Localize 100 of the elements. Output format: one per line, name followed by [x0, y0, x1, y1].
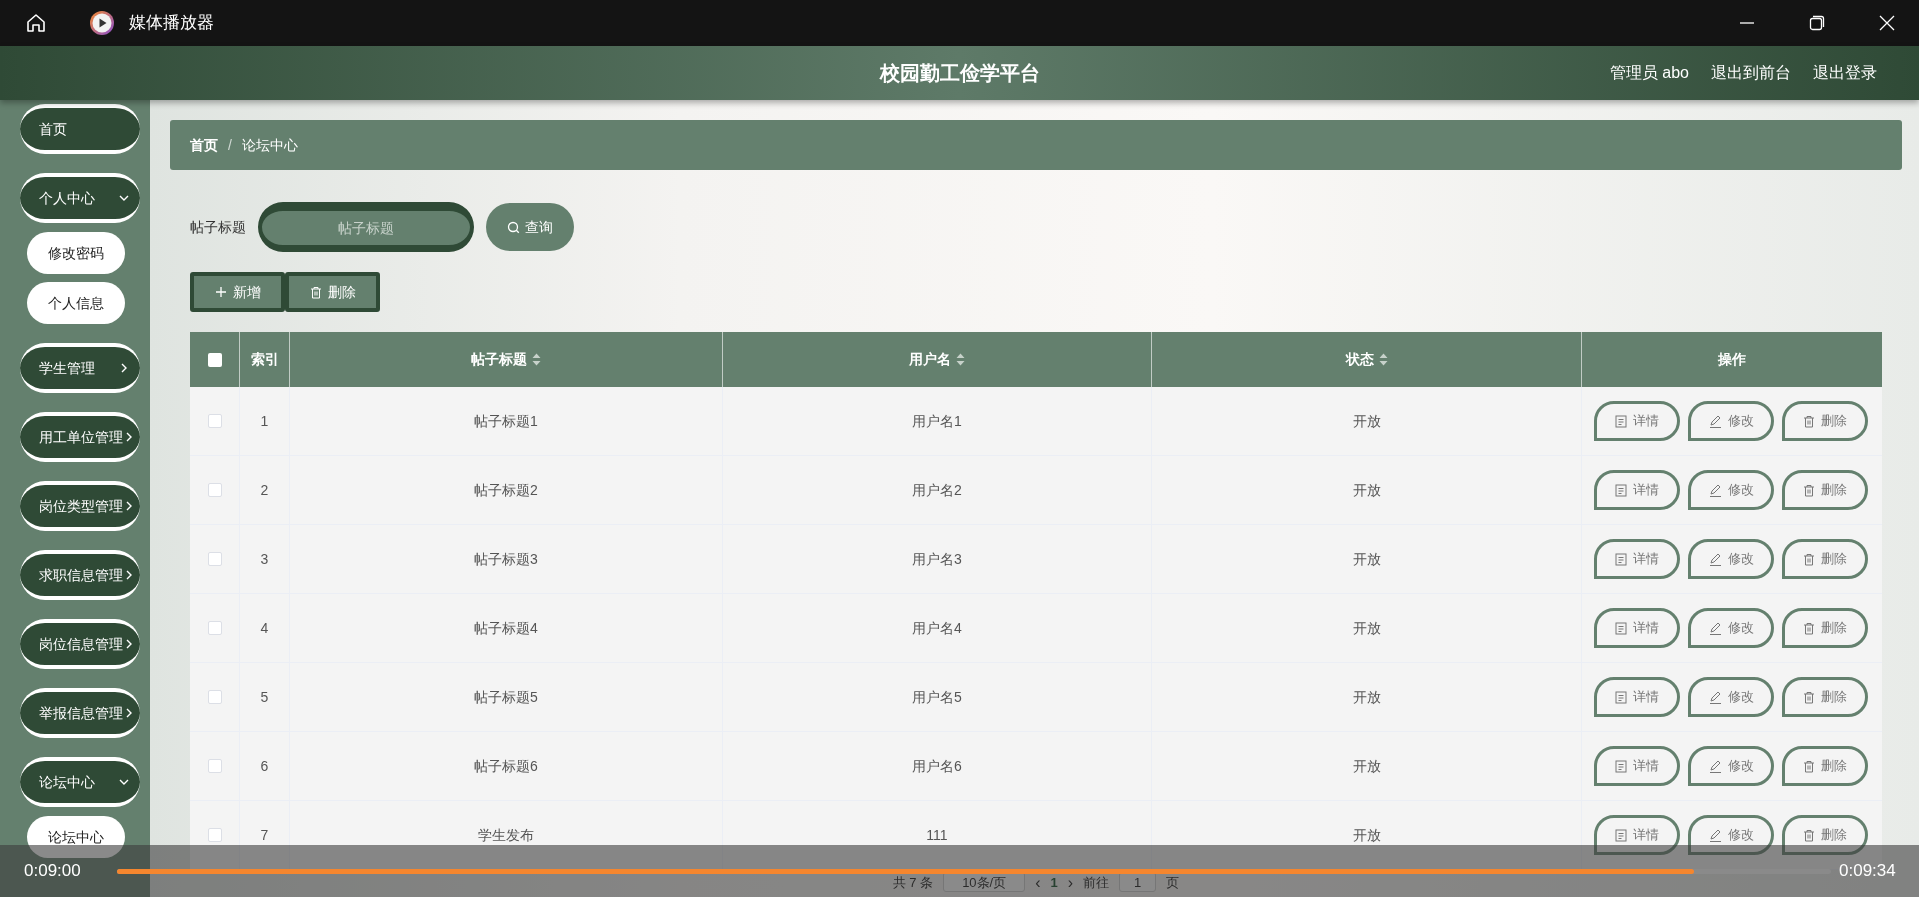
- detail-button[interactable]: 详情: [1594, 401, 1680, 441]
- detail-button[interactable]: 详情: [1594, 677, 1680, 717]
- column-header[interactable]: 用户名: [909, 349, 951, 370]
- document-icon: [1615, 483, 1627, 497]
- delete-button[interactable]: 删除: [1782, 470, 1868, 510]
- sidebar-subitem[interactable]: 个人信息: [27, 282, 125, 324]
- pagination-total: 共 7 条: [892, 873, 934, 892]
- edit-button[interactable]: 修改: [1688, 677, 1774, 717]
- delete-button[interactable]: 删除: [1782, 401, 1868, 441]
- sidebar-item[interactable]: 求职信息管理: [20, 550, 140, 600]
- search-button[interactable]: 查询: [486, 203, 574, 251]
- delete-button[interactable]: 删除: [285, 272, 380, 312]
- row-checkbox[interactable]: [207, 690, 222, 704]
- table-cell-text: 6: [260, 756, 269, 776]
- sidebar-item[interactable]: 首页: [20, 104, 140, 154]
- breadcrumb-link[interactable]: 论坛中心: [241, 134, 298, 156]
- page-suffix: 页: [1166, 873, 1180, 892]
- detail-button[interactable]: 详情: [1594, 470, 1680, 510]
- column-header[interactable]: 帖子标题: [471, 349, 527, 370]
- table-cell-text: 帖子标题5: [474, 687, 538, 707]
- table-cell-text: 开放: [1352, 480, 1381, 500]
- window-title: 媒体播放器: [129, 12, 214, 35]
- sidebar-subitem[interactable]: 论坛中心: [27, 816, 125, 858]
- detail-button[interactable]: 详情: [1594, 608, 1680, 648]
- close-icon[interactable]: [1879, 15, 1895, 31]
- add-button[interactable]: 新增: [190, 272, 285, 312]
- document-icon: [1615, 828, 1627, 842]
- goto-field[interactable]: 1: [1119, 872, 1157, 892]
- sidebar-item[interactable]: 举报信息管理: [20, 688, 140, 738]
- sidebar-item[interactable]: 个人中心: [20, 173, 140, 223]
- sidebar-subitem[interactable]: 修改密码: [27, 232, 125, 274]
- pencil-icon: [1708, 552, 1722, 566]
- table-cell-text: 帖子标题1: [474, 411, 538, 431]
- sort-icon[interactable]: [956, 353, 965, 366]
- row-checkbox[interactable]: [207, 552, 222, 566]
- row-checkbox[interactable]: [207, 759, 222, 773]
- pencil-icon: [1708, 759, 1722, 773]
- sort-icon[interactable]: [532, 353, 541, 366]
- search-field[interactable]: 帖子标题: [258, 202, 474, 252]
- edit-button[interactable]: 修改: [1688, 746, 1774, 786]
- edit-button[interactable]: 修改: [1688, 401, 1774, 441]
- header-link[interactable]: 退出到前台: [1711, 61, 1791, 85]
- table-cell-text: 3: [260, 549, 269, 569]
- document-icon: [1615, 690, 1627, 704]
- document-icon: [1615, 621, 1627, 635]
- header-link[interactable]: 退出登录: [1813, 61, 1877, 85]
- plus-icon: [214, 286, 227, 298]
- document-icon: [1615, 759, 1627, 773]
- delete-button[interactable]: 删除: [1782, 677, 1868, 717]
- sidebar-item[interactable]: 学生管理: [20, 343, 140, 393]
- table-cell-text: 开放: [1352, 618, 1381, 638]
- home-icon[interactable]: [25, 12, 47, 34]
- table-cell-text: 开放: [1352, 549, 1381, 569]
- goto-label: 前往: [1083, 873, 1110, 892]
- document-icon: [1615, 414, 1627, 428]
- page-size-select[interactable]: 10条/页: [943, 872, 1026, 892]
- edit-button[interactable]: 修改: [1688, 470, 1774, 510]
- column-header[interactable]: 状态: [1345, 349, 1374, 370]
- table-cell-text: 开放: [1352, 687, 1381, 707]
- table-cell-text: 用户名4: [912, 618, 962, 638]
- table-cell-text: 2: [260, 480, 269, 500]
- sidebar-item[interactable]: 用工单位管理: [20, 412, 140, 462]
- trash-icon: [1803, 483, 1815, 497]
- select-all-checkbox[interactable]: [207, 352, 222, 367]
- sidebar-item[interactable]: 论坛中心: [20, 757, 140, 807]
- trash-icon: [309, 285, 322, 299]
- detail-button[interactable]: 详情: [1594, 539, 1680, 579]
- table-cell-text: 帖子标题2: [474, 480, 538, 500]
- breadcrumb-separator: /: [228, 135, 232, 155]
- edit-button[interactable]: 修改: [1688, 608, 1774, 648]
- detail-button[interactable]: 详情: [1594, 815, 1680, 855]
- sidebar-item[interactable]: 岗位信息管理: [20, 619, 140, 669]
- row-checkbox[interactable]: [207, 414, 222, 428]
- restore-icon[interactable]: [1809, 15, 1825, 31]
- header-link[interactable]: 管理员 abo: [1609, 61, 1689, 85]
- table-cell-text: 学生发布: [478, 825, 534, 845]
- sort-icon[interactable]: [1378, 353, 1388, 366]
- row-checkbox[interactable]: [207, 483, 222, 497]
- delete-button[interactable]: 删除: [1782, 608, 1868, 648]
- edit-button[interactable]: 修改: [1688, 815, 1774, 855]
- delete-button[interactable]: 删除: [1782, 746, 1868, 786]
- detail-button[interactable]: 详情: [1594, 746, 1680, 786]
- column-header: 操作: [1718, 350, 1746, 369]
- pencil-icon: [1708, 828, 1722, 842]
- duration-time: 0:09:34: [1839, 860, 1896, 883]
- row-checkbox[interactable]: [207, 828, 222, 842]
- trash-icon: [1803, 621, 1815, 635]
- row-checkbox[interactable]: [207, 621, 222, 635]
- trash-icon: [1803, 690, 1815, 704]
- sidebar-item[interactable]: 岗位类型管理: [20, 481, 140, 531]
- page-number[interactable]: 1: [1050, 872, 1058, 892]
- edit-button[interactable]: 修改: [1688, 539, 1774, 579]
- breadcrumb-link[interactable]: 首页: [190, 134, 218, 156]
- document-icon: [1615, 552, 1627, 566]
- trash-icon: [1803, 759, 1815, 773]
- delete-button[interactable]: 删除: [1782, 815, 1868, 855]
- trash-icon: [1803, 828, 1815, 842]
- next-page-button[interactable]: ›: [1067, 874, 1074, 892]
- prev-page-button[interactable]: ‹: [1035, 874, 1041, 892]
- delete-button[interactable]: 删除: [1782, 539, 1868, 579]
